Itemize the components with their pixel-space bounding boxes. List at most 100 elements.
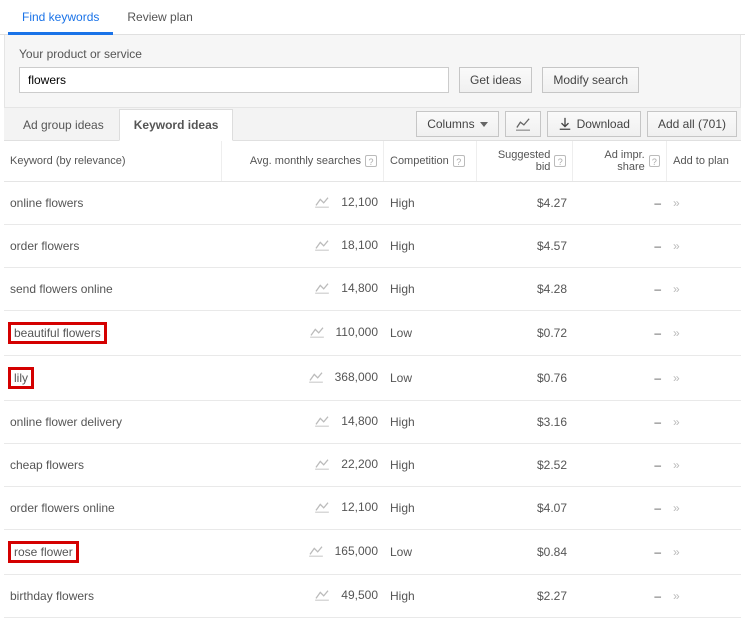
share-cell: – (573, 488, 667, 528)
share-cell: – (573, 313, 667, 353)
columns-button[interactable]: Columns (416, 111, 498, 137)
header-competition[interactable]: Competition? (384, 141, 477, 181)
add-cell[interactable]: » (667, 313, 735, 353)
columns-label: Columns (427, 117, 474, 131)
searches-cell: 14,800 (222, 401, 384, 443)
searches-cell: 165,000 (222, 531, 384, 573)
table-row: order flowers online12,100High$4.07–» (4, 487, 741, 530)
share-cell: – (573, 226, 667, 266)
trend-icon[interactable] (310, 325, 324, 341)
trend-icon[interactable] (309, 370, 323, 386)
tab-adgroup-ideas[interactable]: Ad group ideas (8, 109, 119, 141)
table-row: beautiful flowers110,000Low$0.72–» (4, 311, 741, 356)
table-row: birthday flowers49,500High$2.27–» (4, 575, 741, 618)
highlighted-keyword: lily (10, 369, 32, 387)
tab-keyword-ideas[interactable]: Keyword ideas (119, 109, 234, 141)
bid-cell: $3.16 (477, 402, 573, 442)
header-bid[interactable]: Suggested bid? (477, 141, 573, 181)
chart-button[interactable] (505, 111, 541, 137)
add-cell[interactable]: » (667, 488, 735, 528)
searches-cell: 12,100 (222, 182, 384, 224)
searches-value: 12,100 (341, 500, 378, 516)
header-searches[interactable]: Avg. monthly searches? (222, 141, 384, 181)
help-icon[interactable]: ? (453, 155, 465, 167)
table-row: send flowers online14,800High$4.28–» (4, 268, 741, 311)
trend-icon[interactable] (315, 195, 329, 211)
search-area: Your product or service Get ideas Modify… (4, 35, 741, 108)
add-cell[interactable]: » (667, 358, 735, 398)
add-cell[interactable]: » (667, 269, 735, 309)
competition-cell: Low (384, 313, 477, 353)
trend-icon[interactable] (315, 414, 329, 430)
add-cell[interactable]: » (667, 402, 735, 442)
trend-icon[interactable] (315, 281, 329, 297)
keyword-cell[interactable]: beautiful flowers (4, 311, 222, 355)
keyword-cell[interactable]: birthday flowers (4, 576, 222, 616)
search-label: Your product or service (19, 47, 726, 61)
trend-icon[interactable] (315, 588, 329, 604)
help-icon[interactable]: ? (554, 155, 566, 167)
table-row: online flower delivery14,800High$3.16–» (4, 401, 741, 444)
searches-value: 110,000 (336, 325, 379, 341)
chart-icon (516, 117, 530, 131)
searches-value: 14,800 (341, 281, 378, 297)
searches-value: 22,200 (341, 457, 378, 473)
add-cell[interactable]: » (667, 183, 735, 223)
add-icon: » (673, 545, 678, 559)
competition-cell: High (384, 576, 477, 616)
keyword-cell[interactable]: order flowers (4, 226, 222, 266)
add-icon: » (673, 415, 678, 429)
add-cell[interactable]: » (667, 445, 735, 485)
searches-value: 49,500 (341, 588, 378, 604)
competition-cell: High (384, 488, 477, 528)
searches-cell: 49,500 (222, 575, 384, 617)
table-row: lily368,000Low$0.76–» (4, 356, 741, 401)
header-keyword[interactable]: Keyword (by relevance) (4, 141, 222, 181)
table-row: online flowers12,100High$4.27–» (4, 182, 741, 225)
competition-cell: High (384, 445, 477, 485)
header-share[interactable]: Ad impr. share? (573, 141, 667, 181)
tab-find-keywords[interactable]: Find keywords (8, 0, 113, 34)
tab-review-plan[interactable]: Review plan (113, 0, 206, 34)
keyword-cell[interactable]: order flowers online (4, 488, 222, 528)
bid-cell: $2.52 (477, 445, 573, 485)
searches-cell: 12,100 (222, 487, 384, 529)
add-icon: » (673, 239, 678, 253)
keyword-cell[interactable]: online flowers (4, 183, 222, 223)
add-icon: » (673, 501, 678, 515)
bid-cell: $4.57 (477, 226, 573, 266)
trend-icon[interactable] (309, 544, 323, 560)
download-label: Download (577, 117, 630, 131)
trend-icon[interactable] (315, 500, 329, 516)
keyword-cell[interactable]: send flowers online (4, 269, 222, 309)
main-tabs: Find keywords Review plan (0, 0, 745, 35)
add-all-button[interactable]: Add all (701) (647, 111, 737, 137)
searches-value: 18,100 (341, 238, 378, 254)
modify-search-button[interactable]: Modify search (542, 67, 639, 93)
bid-cell: $0.76 (477, 358, 573, 398)
product-input[interactable] (19, 67, 449, 93)
add-cell[interactable]: » (667, 226, 735, 266)
competition-cell: High (384, 269, 477, 309)
help-icon[interactable]: ? (649, 155, 660, 167)
download-button[interactable]: Download (547, 111, 641, 137)
searches-cell: 110,000 (222, 312, 384, 354)
header-add: Add to plan (667, 141, 735, 181)
share-cell: – (573, 532, 667, 572)
help-icon[interactable]: ? (365, 155, 377, 167)
keyword-cell[interactable]: rose flower (4, 530, 222, 574)
get-ideas-button[interactable]: Get ideas (459, 67, 532, 93)
competition-cell: High (384, 402, 477, 442)
keyword-cell[interactable]: cheap flowers (4, 445, 222, 485)
add-cell[interactable]: » (667, 532, 735, 572)
add-cell[interactable]: » (667, 576, 735, 616)
searches-cell: 368,000 (222, 357, 384, 399)
keyword-cell[interactable]: online flower delivery (4, 402, 222, 442)
keyword-cell[interactable]: lily (4, 356, 222, 400)
trend-icon[interactable] (315, 457, 329, 473)
trend-icon[interactable] (315, 238, 329, 254)
bid-cell: $0.84 (477, 532, 573, 572)
searches-value: 165,000 (335, 544, 378, 560)
share-cell: – (573, 402, 667, 442)
add-icon: » (673, 196, 678, 210)
